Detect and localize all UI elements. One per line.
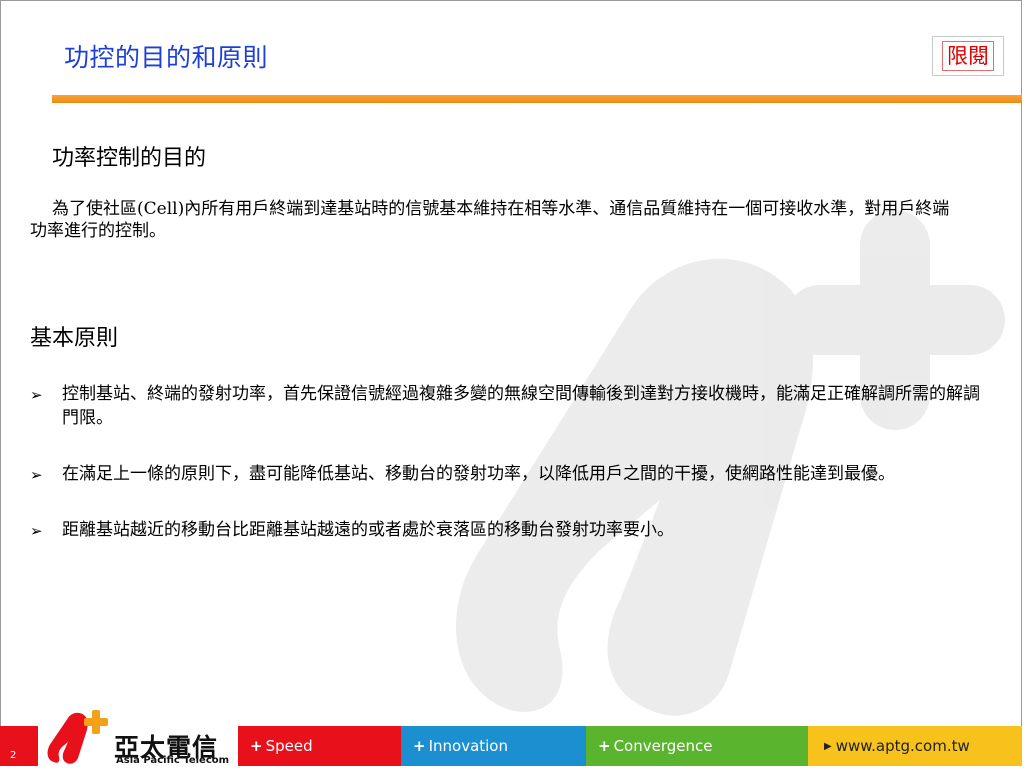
arrowhead-bullet-icon: ➢ — [30, 386, 43, 404]
slide-title: 功控的目的和原則 — [64, 43, 269, 72]
footer-website: ▶ www.aptg.com.tw — [808, 726, 1022, 766]
triangle-right-icon: ▶ — [824, 740, 832, 752]
list-item: ➢ 控制基站、終端的發射功率，首先保證信號經過複雜多變的無線空間傳輸後到達對方接… — [30, 382, 990, 430]
principles-heading: 基本原則 — [30, 326, 119, 351]
footer-segment-label: Innovation — [428, 737, 508, 755]
list-item-text: 控制基站、終端的發射功率，首先保證信號經過複雜多變的無線空間傳輸後到達對方接收機… — [62, 384, 980, 428]
logo-english-name: Asia Pacific Telecom — [116, 755, 230, 766]
list-item-text: 在滿足上一條的原則下，盡可能降低基站、移動台的發射功率，以降低用戶之間的干擾，使… — [62, 464, 895, 484]
title-divider-bar — [52, 95, 1022, 103]
footer-segment-label: Convergence — [613, 737, 713, 755]
purpose-heading: 功率控制的目的 — [52, 146, 207, 171]
footer-segment-speed: + Speed — [238, 726, 401, 766]
plus-icon: + — [413, 737, 426, 755]
arrowhead-bullet-icon: ➢ — [30, 466, 43, 484]
arrowhead-bullet-icon: ➢ — [30, 522, 43, 540]
classification-badge: 限閱 — [932, 36, 1004, 76]
footer-page-block: 2 — [0, 726, 38, 766]
plus-icon: + — [250, 737, 263, 755]
purpose-paragraph: 為了使社區(Cell)內所有用戶終端到達基站時的信號基本維持在相等水準、通信品質… — [30, 199, 950, 241]
aplus-logo-icon — [47, 710, 108, 764]
footer-bar: 2 亞太電信 Asia Pacific Telecom + Speed + In… — [0, 708, 1022, 766]
footer-segment-label: Speed — [265, 737, 313, 755]
footer-segment-convergence: + Convergence — [586, 726, 808, 766]
classification-badge-label: 限閱 — [942, 41, 994, 71]
page-number: 2 — [10, 750, 17, 761]
footer-segment-innovation: + Innovation — [401, 726, 586, 766]
company-logo: 亞太電信 Asia Pacific Telecom — [38, 708, 238, 766]
plus-icon: + — [598, 737, 611, 755]
principles-list: ➢ 控制基站、終端的發射功率，首先保證信號經過複雜多變的無線空間傳輸後到達對方接… — [30, 382, 990, 574]
list-item: ➢ 在滿足上一條的原則下，盡可能降低基站、移動台的發射功率，以降低用戶之間的干擾… — [30, 462, 990, 486]
list-item-text: 距離基站越近的移動台比距離基站越遠的或者處於衰落區的移動台發射功率要小。 — [62, 520, 674, 540]
list-item: ➢ 距離基站越近的移動台比距離基站越遠的或者處於衰落區的移動台發射功率要小。 — [30, 518, 990, 542]
website-url: www.aptg.com.tw — [835, 737, 970, 755]
